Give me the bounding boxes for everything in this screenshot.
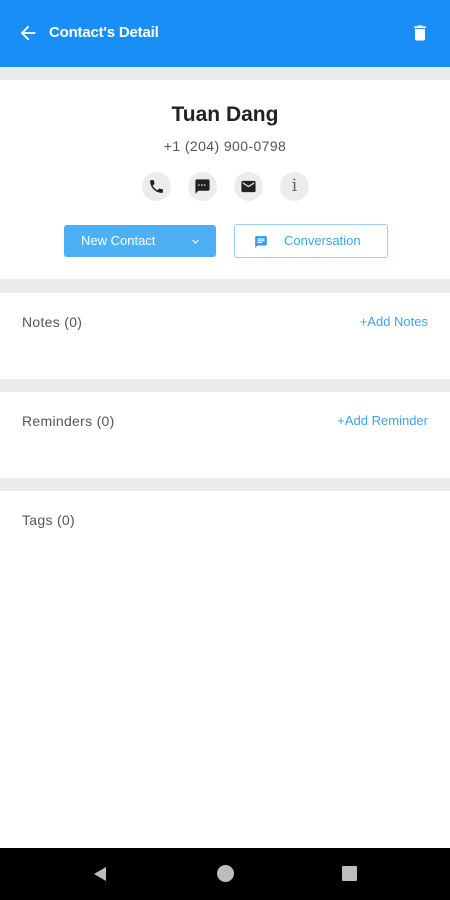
- tags-section: Tags (0): [0, 491, 450, 848]
- conversation-button[interactable]: Conversation: [234, 224, 388, 258]
- page-title: Contact's Detail: [49, 24, 159, 41]
- new-contact-button[interactable]: New Contact: [64, 225, 216, 257]
- info-icon: i: [291, 176, 298, 196]
- message-button[interactable]: [188, 172, 217, 201]
- chevron-down-icon: [192, 239, 199, 244]
- email-button[interactable]: [234, 172, 263, 201]
- chat-icon: [255, 236, 267, 248]
- add-reminder-link[interactable]: +Add Reminder: [337, 413, 428, 428]
- conversation-label: Conversation: [284, 233, 361, 248]
- mail-icon: [241, 180, 256, 193]
- info-button[interactable]: i: [280, 172, 309, 201]
- message-icon: [195, 179, 210, 194]
- add-notes-link[interactable]: +Add Notes: [360, 314, 428, 329]
- arrow-left-icon[interactable]: [17, 22, 39, 44]
- reminders-label: Reminders (0): [22, 413, 115, 429]
- trash-icon[interactable]: [410, 22, 430, 44]
- contact-phone: +1 (204) 900-0798: [163, 138, 287, 154]
- nav-back-icon[interactable]: [91, 865, 109, 883]
- new-contact-label: New Contact: [81, 233, 156, 248]
- notes-section: Notes (0) +Add Notes: [0, 293, 450, 379]
- tags-label: Tags (0): [22, 512, 75, 528]
- phone-icon: [150, 180, 163, 193]
- nav-home-icon[interactable]: [217, 865, 234, 882]
- system-navigation-bar: [0, 848, 450, 900]
- nav-recents-icon[interactable]: [342, 866, 357, 881]
- reminders-section: Reminders (0) +Add Reminder: [0, 392, 450, 478]
- app-bar: Contact's Detail: [0, 0, 450, 67]
- notes-label: Notes (0): [22, 314, 83, 330]
- contact-name: Tuan Dang: [171, 103, 279, 126]
- call-button[interactable]: [142, 172, 171, 201]
- contact-profile-card: Tuan Dang +1 (204) 900-0798 i New Contac…: [0, 80, 450, 279]
